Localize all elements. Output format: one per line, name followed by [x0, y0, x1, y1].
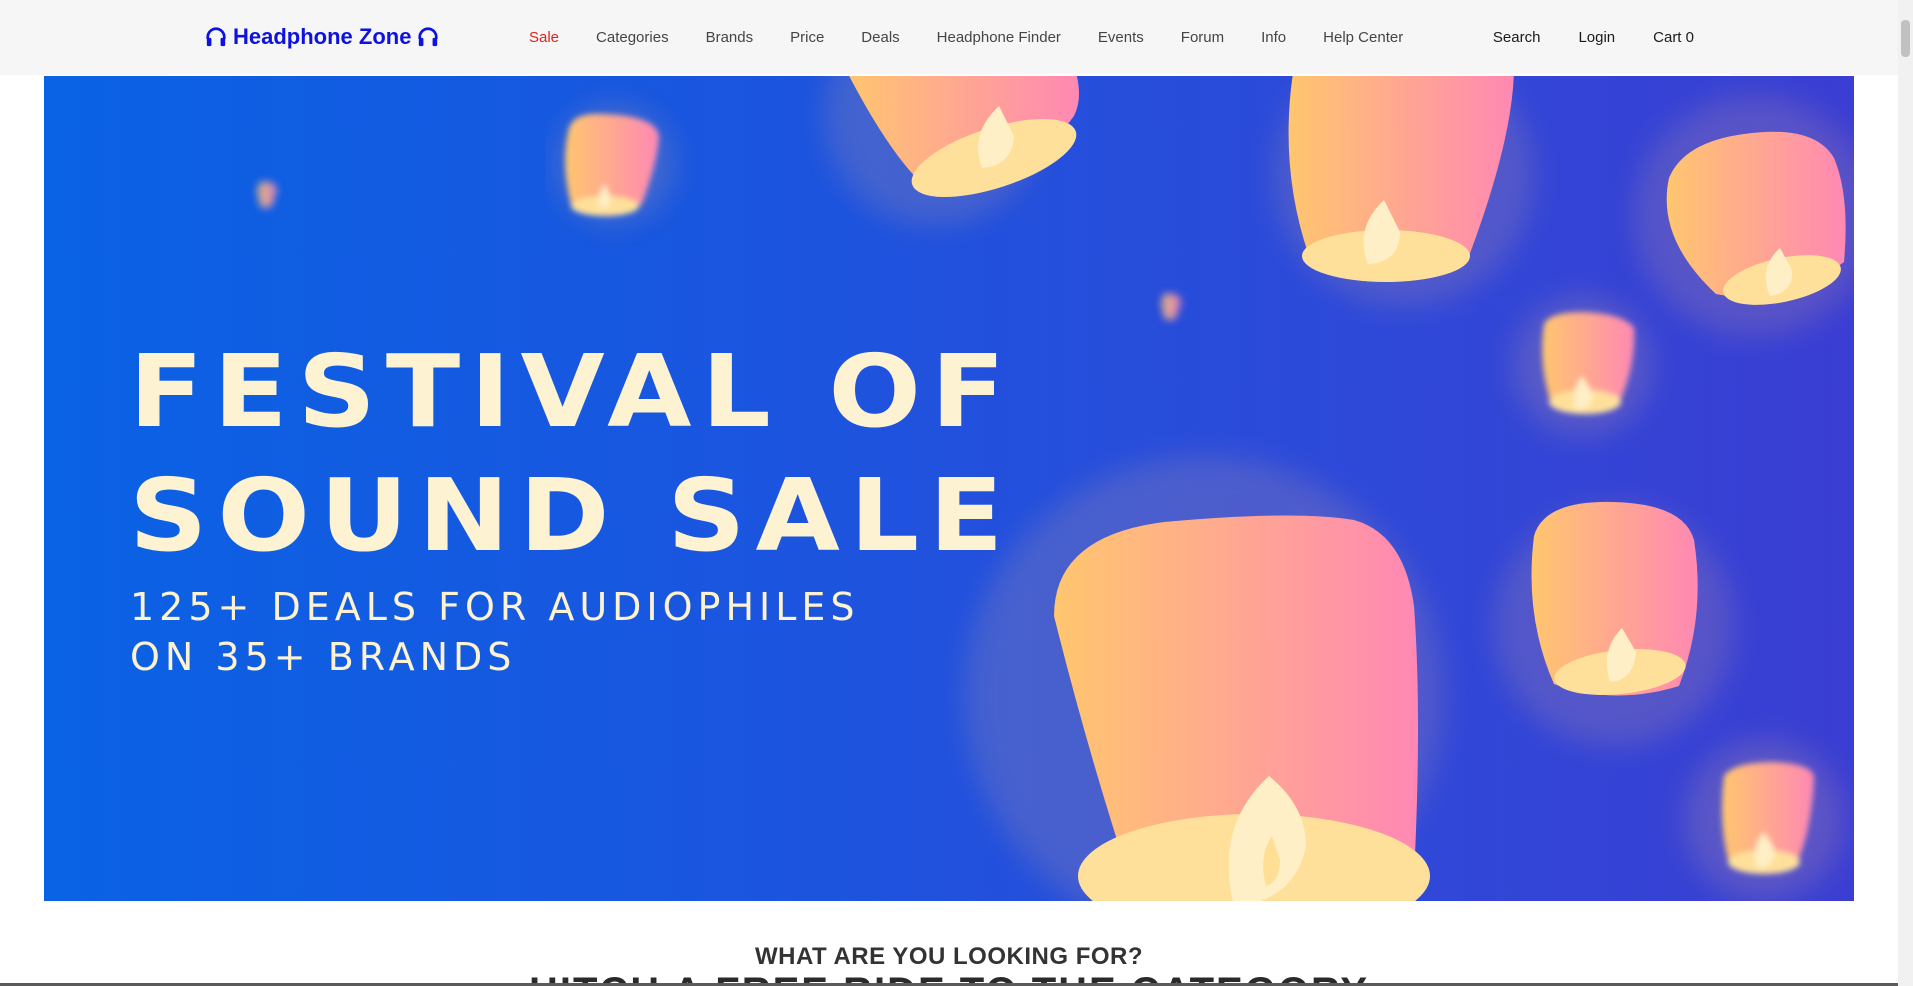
- account-nav: Search Login Cart 0: [1493, 26, 1694, 48]
- nav-item-categories[interactable]: Categories: [596, 29, 669, 46]
- search-link[interactable]: Search: [1493, 29, 1541, 46]
- logo-text: Headphone Zone: [233, 24, 412, 49]
- hero-title-line-1: FESTIVAL OF: [129, 333, 1016, 450]
- nav-item-headphone-finder[interactable]: Headphone Finder: [937, 29, 1061, 46]
- page: Headphone Zone Sale Categories Brands Pr…: [0, 0, 1913, 986]
- hero-subtitle-line-2: ON 35+ BRANDS: [130, 635, 517, 679]
- site-header: Headphone Zone Sale Categories Brands Pr…: [0, 0, 1913, 75]
- nav-item-events[interactable]: Events: [1098, 29, 1144, 46]
- nav-item-sale[interactable]: Sale: [529, 29, 559, 46]
- logo[interactable]: Headphone Zone: [205, 22, 439, 52]
- page-scrollbar[interactable]: [1898, 0, 1913, 986]
- cart-link[interactable]: Cart 0: [1653, 29, 1694, 46]
- hero-title-line-2: SOUND SALE: [129, 457, 1014, 574]
- nav-item-info[interactable]: Info: [1261, 29, 1286, 46]
- nav-item-deals[interactable]: Deals: [861, 29, 899, 46]
- nav-item-help-center[interactable]: Help Center: [1323, 29, 1403, 46]
- nav-item-brands[interactable]: Brands: [706, 29, 754, 46]
- hero-title: FESTIVAL OF SOUND SALE: [129, 330, 1015, 578]
- hero-subtitle: 125+ DEALS FOR AUDIOPHILES ON 35+ BRANDS: [130, 582, 860, 682]
- nav-item-forum[interactable]: Forum: [1181, 29, 1224, 46]
- main-nav: Sale Categories Brands Price Deals Headp…: [529, 26, 1403, 48]
- headphones-icon: [417, 26, 439, 48]
- nav-item-price[interactable]: Price: [790, 29, 824, 46]
- hero-subtitle-line-1: 125+ DEALS FOR AUDIOPHILES: [130, 585, 860, 629]
- headphones-icon: [205, 26, 227, 48]
- scrollbar-thumb[interactable]: [1901, 20, 1910, 57]
- section-heading-looking: WHAT ARE YOU LOOKING FOR?: [754, 943, 1144, 970]
- hero-banner[interactable]: FESTIVAL OF SOUND SALE 125+ DEALS FOR AU…: [44, 76, 1854, 901]
- login-link[interactable]: Login: [1578, 29, 1615, 46]
